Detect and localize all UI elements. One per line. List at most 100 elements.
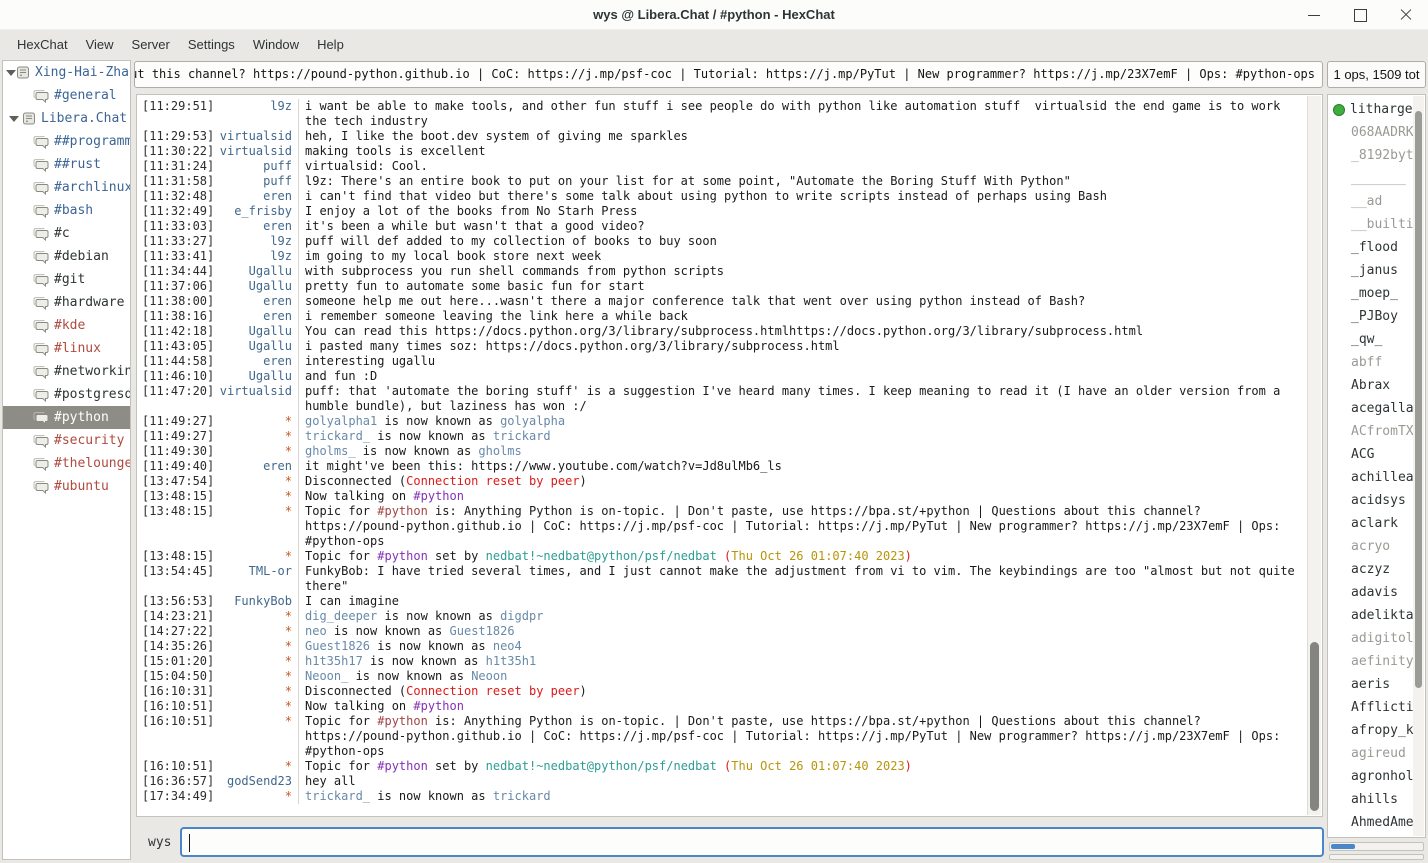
user-list-item[interactable]: ACfromTX (1329, 420, 1413, 443)
topic-text: about this channel? https://pound-python… (134, 62, 1315, 87)
user-list-item[interactable]: _PJBoy (1329, 305, 1413, 328)
user-list-item[interactable]: litharge (1329, 98, 1413, 121)
sidebar-item-python[interactable]: #python (3, 406, 130, 429)
message-segment: is: Anything Python is on-topic. | Don't… (305, 504, 1288, 548)
sidebar-item-kde[interactable]: #kde (3, 314, 130, 337)
sidebar-item-postgresql[interactable]: #postgresql (3, 383, 130, 406)
sidebar-item-git[interactable]: #git (3, 268, 130, 291)
chat-scrollbar[interactable] (1307, 96, 1321, 815)
message-text: Topic for #python set by nedbat!~nedbat@… (298, 759, 1306, 774)
message-text: im going to my local book store next wee… (298, 249, 1306, 264)
menu-item-hexchat[interactable]: HexChat (8, 32, 77, 57)
message-text: pretty fun to automate some basic fun fo… (298, 279, 1306, 294)
user-list-item[interactable]: aczyz (1329, 558, 1413, 581)
user-list-item[interactable]: afropy_ke (1329, 719, 1413, 742)
close-icon[interactable] (1398, 7, 1414, 23)
sidebar-item-rust[interactable]: ##rust (3, 153, 130, 176)
user-name: acegalla- (1351, 401, 1413, 416)
user-list-item[interactable]: ACG (1329, 443, 1413, 466)
message-text: trickard_ is now known as trickard (298, 789, 1306, 804)
user-name: litharge (1350, 102, 1413, 117)
user-list-item[interactable]: adavis (1329, 581, 1413, 604)
user-list-item[interactable]: _______ (1329, 167, 1413, 190)
user-list-item[interactable]: agronholm (1329, 765, 1413, 788)
user-list-item[interactable]: acegalla- (1329, 397, 1413, 420)
sidebar-item-hardware[interactable]: #hardware (3, 291, 130, 314)
sidebar-item-archlinux[interactable]: #archlinux (3, 176, 130, 199)
user-list-scrollbar-thumb[interactable] (1415, 111, 1422, 688)
message-segment: is now known as (363, 654, 486, 668)
user-list-item[interactable]: _8192byte (1329, 144, 1413, 167)
lag-meter (1329, 842, 1424, 851)
sidebar-item-networking[interactable]: #networking (3, 360, 130, 383)
sidebar-item-general[interactable]: #general (3, 84, 130, 107)
user-list-item[interactable]: _qw_ (1329, 328, 1413, 351)
user-list-item[interactable]: __ad (1329, 190, 1413, 213)
message-segment: is now known as (356, 444, 479, 458)
user-list-item[interactable]: AhmedAmer (1329, 811, 1413, 834)
menu-item-server[interactable]: Server (123, 32, 179, 57)
user-list-item[interactable]: Afflictio (1329, 696, 1413, 719)
server-item-libera-chat[interactable]: Libera.Chat (3, 107, 130, 130)
user-list-item[interactable]: Abrax (1329, 374, 1413, 397)
message-segment-n: neo (305, 624, 327, 638)
chat-message-row: [13:47:54]*Disconnected (Connection rese… (138, 474, 1306, 489)
message-segment: someone help me out here...wasn't there … (305, 294, 1085, 308)
user-list-item[interactable]: adigitole (1329, 627, 1413, 650)
minimize-icon[interactable] (1306, 7, 1322, 23)
maximize-icon[interactable] (1352, 7, 1368, 23)
expander-icon[interactable] (6, 65, 16, 80)
timestamp: [14:35:26] (138, 639, 212, 654)
message-text: i remember someone leaving the link here… (298, 309, 1306, 324)
menu-item-view[interactable]: View (77, 32, 123, 57)
chat-scrollbar-thumb[interactable] (1310, 642, 1319, 811)
server-item-xing-hai-zhan[interactable]: Xing-Hai-Zhan (3, 61, 130, 84)
message-text: dig_deeper is now known as digdpr (298, 609, 1306, 624)
user-name: _8192byte (1351, 148, 1413, 163)
user-list-item[interactable]: abff (1329, 351, 1413, 374)
user-list-item[interactable]: agireud (1329, 742, 1413, 765)
message-text: FunkyBob: I have tried several times, an… (298, 564, 1306, 594)
chat-message-list[interactable]: [11:29:51]l9zi want be able to make tool… (138, 96, 1306, 815)
message-text: i can't find that video but there's some… (298, 189, 1306, 204)
sidebar-item-c[interactable]: #c (3, 222, 130, 245)
sidebar-item-linux[interactable]: #linux (3, 337, 130, 360)
sidebar-item-bash[interactable]: #bash (3, 199, 130, 222)
user-list-item[interactable]: __builtin (1329, 213, 1413, 236)
menu-item-settings[interactable]: Settings (179, 32, 244, 57)
user-list-item[interactable]: 068AADRKN (1329, 121, 1413, 144)
user-list[interactable]: litharge 068AADRKN _8192byte _________ad__b… (1329, 96, 1413, 836)
user-list-item[interactable]: _moep_ (1329, 282, 1413, 305)
sidebar-item-ubuntu[interactable]: #ubuntu (3, 475, 130, 498)
user-list-item[interactable]: _janus (1329, 259, 1413, 282)
user-list-item[interactable]: achilleas (1329, 466, 1413, 489)
sidebar-item-security[interactable]: #security (3, 429, 130, 452)
timestamp: [16:36:57] (138, 774, 212, 789)
user-list-item[interactable]: aefinity (1329, 650, 1413, 673)
timestamp: [11:38:00] (138, 294, 212, 309)
message-text: virtualsid: Cool. (298, 159, 1306, 174)
user-list-item[interactable]: aclark (1329, 512, 1413, 535)
message-segment-r: ) (905, 549, 912, 563)
nick-label: l9z (212, 234, 298, 249)
sidebar-item-thelounge[interactable]: #thelounge (3, 452, 130, 475)
nick-label: eren (212, 354, 298, 369)
topic-input[interactable]: about this channel? https://pound-python… (134, 61, 1323, 88)
user-list-item[interactable]: _flood (1329, 236, 1413, 259)
sidebar-item-debian[interactable]: #debian (3, 245, 130, 268)
menu-item-window[interactable]: Window (244, 32, 308, 57)
sidebar-item-programming[interactable]: ##programming (3, 130, 130, 153)
user-list-item[interactable]: acidsys (1329, 489, 1413, 512)
message-segment: it's been a while but wasn't that a good… (305, 219, 645, 233)
timestamp: [11:33:27] (138, 234, 212, 249)
user-list-item[interactable]: adeliktas (1329, 604, 1413, 627)
menu-item-help[interactable]: Help (308, 32, 353, 57)
user-list-item[interactable]: acryo (1329, 535, 1413, 558)
expander-icon[interactable] (6, 111, 22, 126)
user-list-item[interactable]: aeris (1329, 673, 1413, 696)
user-list-scrollbar[interactable] (1413, 96, 1424, 836)
message-input[interactable] (180, 827, 1324, 857)
user-list-item[interactable]: ahills (1329, 788, 1413, 811)
chat-message-row: [16:10:51]*Now talking on #python (138, 699, 1306, 714)
message-segment-n: gholms_ (305, 444, 356, 458)
